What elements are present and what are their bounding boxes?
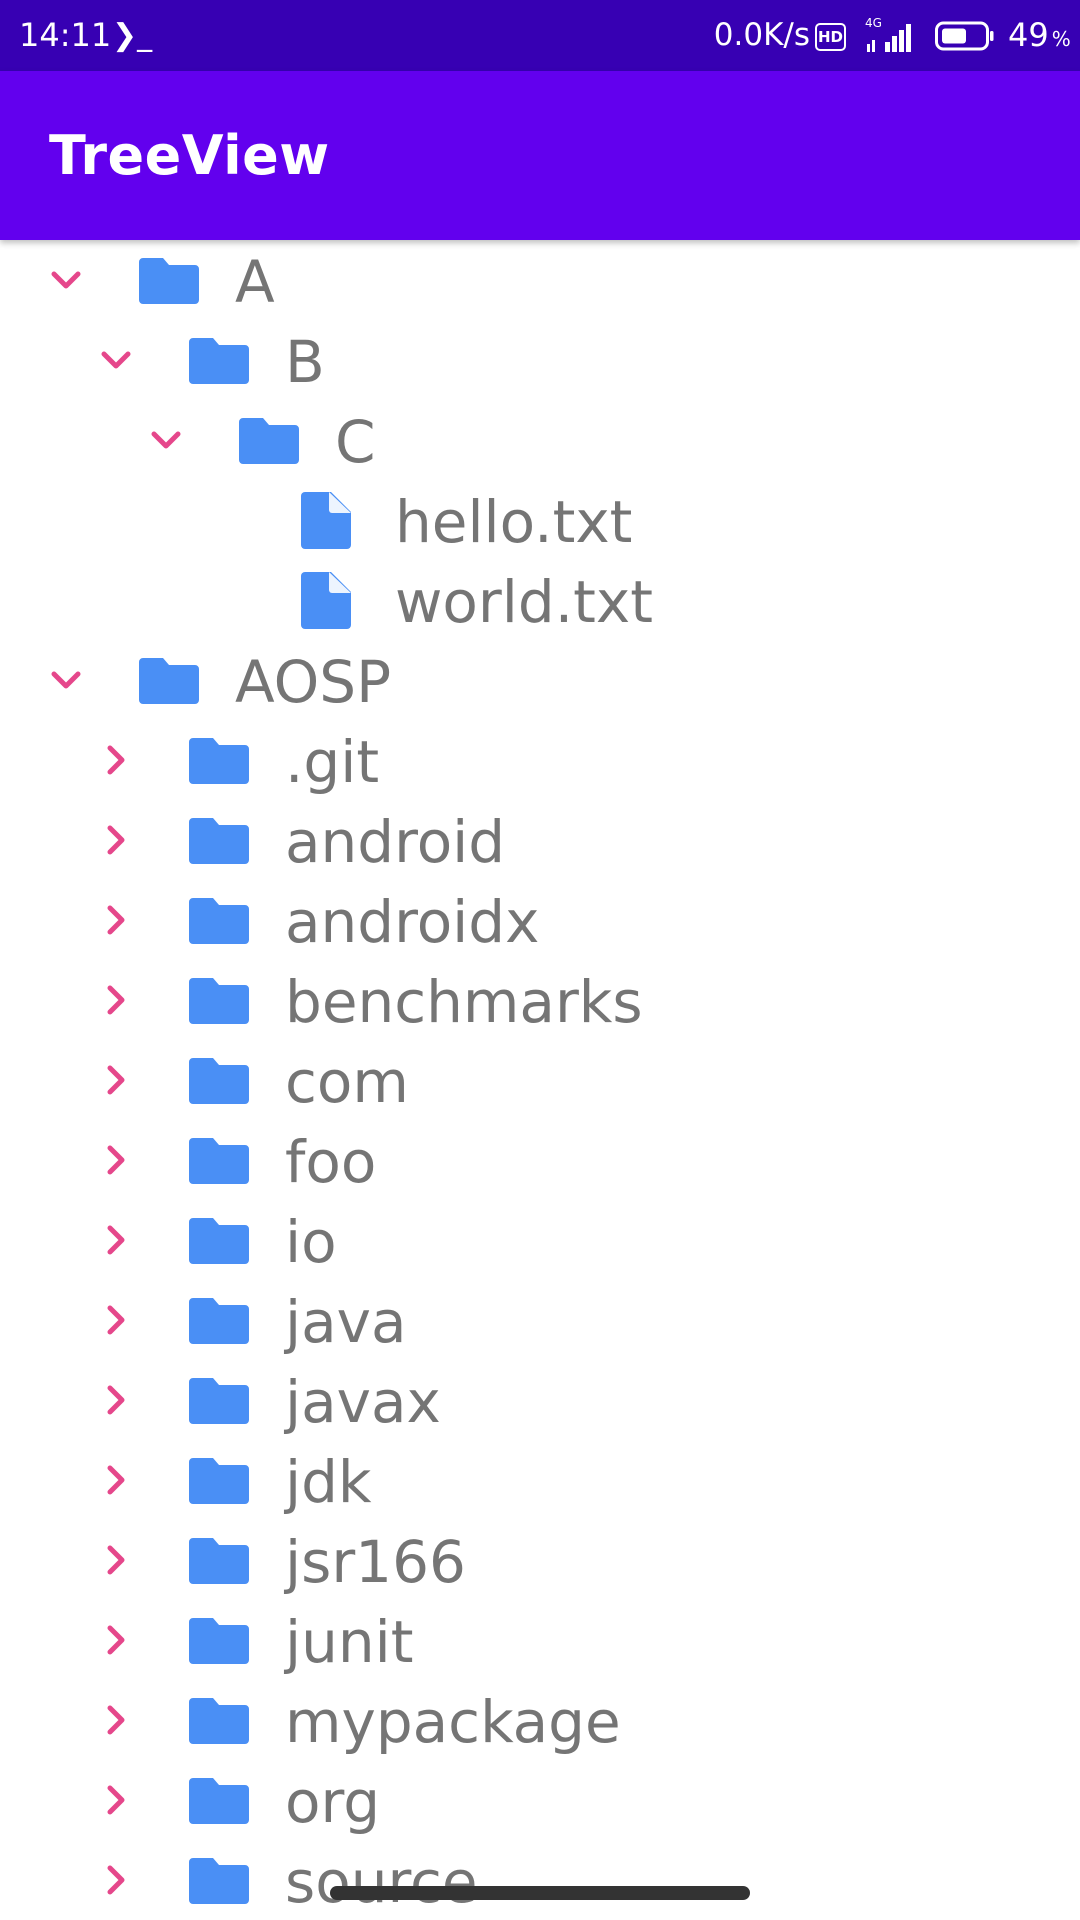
folder-label: android: [285, 808, 506, 876]
chevron-right-icon[interactable]: [96, 900, 136, 940]
folder-label: C: [335, 408, 376, 476]
folder-label: com: [285, 1048, 409, 1116]
chevron-right-icon[interactable]: [96, 1620, 136, 1660]
home-indicator[interactable]: [330, 1886, 750, 1900]
folder-label: foo: [285, 1128, 377, 1196]
chevron-right-icon[interactable]: [96, 1300, 136, 1340]
status-bar: 14:11 ❯_ 0.0K/s HD 4G 49%: [0, 0, 1080, 71]
signal-icon: 4G: [865, 16, 911, 52]
folder-icon: [189, 1458, 249, 1504]
file-label: hello.txt: [395, 488, 633, 556]
folder-label: jdk: [285, 1448, 372, 1516]
chevron-right-icon[interactable]: [96, 1700, 136, 1740]
chevron-right-icon[interactable]: [96, 820, 136, 860]
folder-label: org: [285, 1768, 381, 1836]
tree-row[interactable]: org: [0, 1760, 1080, 1840]
tree-row[interactable]: jdk: [0, 1440, 1080, 1520]
folder-icon: [189, 1538, 249, 1584]
file-icon: [301, 492, 351, 549]
chevron-right-icon[interactable]: [96, 1540, 136, 1580]
chevron-right-icon[interactable]: [96, 1060, 136, 1100]
tree-row[interactable]: androidx: [0, 880, 1080, 960]
chevron-down-icon[interactable]: [46, 260, 86, 300]
tree-row[interactable]: android: [0, 800, 1080, 880]
tree-view[interactable]: A B Chello.txt world.txt AOSP .git android andr…: [0, 240, 1080, 1920]
folder-icon: [189, 1858, 249, 1904]
folder-label: AOSP: [235, 648, 392, 716]
folder-label: io: [285, 1208, 337, 1276]
folder-icon: [189, 1698, 249, 1744]
chevron-right-icon[interactable]: [96, 1140, 136, 1180]
folder-label: B: [285, 328, 325, 396]
terminal-icon: ❯_: [112, 18, 153, 53]
folder-icon: [189, 1618, 249, 1664]
tree-row[interactable]: C: [0, 400, 1080, 480]
chevron-right-icon[interactable]: [96, 740, 136, 780]
chevron-right-icon[interactable]: [96, 1460, 136, 1500]
battery-percent: 49%: [1008, 16, 1071, 54]
tree-row[interactable]: junit: [0, 1600, 1080, 1680]
folder-icon: [189, 898, 249, 944]
tree-row[interactable]: world.txt: [0, 560, 1080, 640]
folder-icon: [189, 738, 249, 784]
chevron-down-icon[interactable]: [146, 420, 186, 460]
app-bar: TreeView: [0, 71, 1080, 240]
hd-icon: HD: [815, 23, 846, 51]
status-time: 14:11: [19, 16, 112, 54]
chevron-down-icon[interactable]: [46, 660, 86, 700]
file-icon: [301, 572, 351, 629]
folder-icon: [189, 1298, 249, 1344]
folder-icon: [189, 978, 249, 1024]
tree-row[interactable]: java: [0, 1280, 1080, 1360]
battery-icon: [935, 21, 994, 51]
folder-icon: [189, 1218, 249, 1264]
folder-icon: [189, 1138, 249, 1184]
folder-label: .git: [285, 728, 380, 796]
tree-row[interactable]: A: [0, 240, 1080, 320]
folder-icon: [189, 1378, 249, 1424]
chevron-right-icon[interactable]: [96, 980, 136, 1020]
folder-icon: [139, 658, 199, 704]
folder-label: A: [235, 248, 275, 316]
tree-row[interactable]: com: [0, 1040, 1080, 1120]
chevron-down-icon[interactable]: [96, 340, 136, 380]
folder-label: javax: [285, 1368, 441, 1436]
network-type-label: 4G: [865, 16, 882, 30]
tree-row[interactable]: B: [0, 320, 1080, 400]
tree-row[interactable]: .git: [0, 720, 1080, 800]
folder-icon: [189, 1058, 249, 1104]
folder-label: androidx: [285, 888, 540, 956]
tree-row[interactable]: jsr166: [0, 1520, 1080, 1600]
file-label: world.txt: [395, 568, 653, 636]
folder-icon: [139, 258, 199, 304]
tree-row[interactable]: mypackage: [0, 1680, 1080, 1760]
folder-label: benchmarks: [285, 968, 643, 1036]
folder-label: junit: [285, 1608, 414, 1676]
tree-row[interactable]: hello.txt: [0, 480, 1080, 560]
folder-icon: [189, 1778, 249, 1824]
folder-label: java: [285, 1288, 407, 1356]
network-speed: 0.0K/s: [713, 17, 810, 53]
folder-label: source: [285, 1848, 478, 1916]
folder-icon: [239, 418, 299, 464]
folder-icon: [189, 818, 249, 864]
tree-row[interactable]: AOSP: [0, 640, 1080, 720]
page-title: TreeView: [49, 124, 330, 187]
chevron-right-icon[interactable]: [96, 1780, 136, 1820]
tree-row[interactable]: benchmarks: [0, 960, 1080, 1040]
chevron-right-icon[interactable]: [96, 1860, 136, 1900]
tree-row[interactable]: io: [0, 1200, 1080, 1280]
tree-row[interactable]: javax: [0, 1360, 1080, 1440]
tree-row[interactable]: foo: [0, 1120, 1080, 1200]
folder-label: jsr166: [285, 1528, 466, 1596]
chevron-right-icon[interactable]: [96, 1380, 136, 1420]
tree-row[interactable]: source: [0, 1840, 1080, 1920]
folder-icon: [189, 338, 249, 384]
chevron-right-icon[interactable]: [96, 1220, 136, 1260]
folder-label: mypackage: [285, 1688, 621, 1756]
